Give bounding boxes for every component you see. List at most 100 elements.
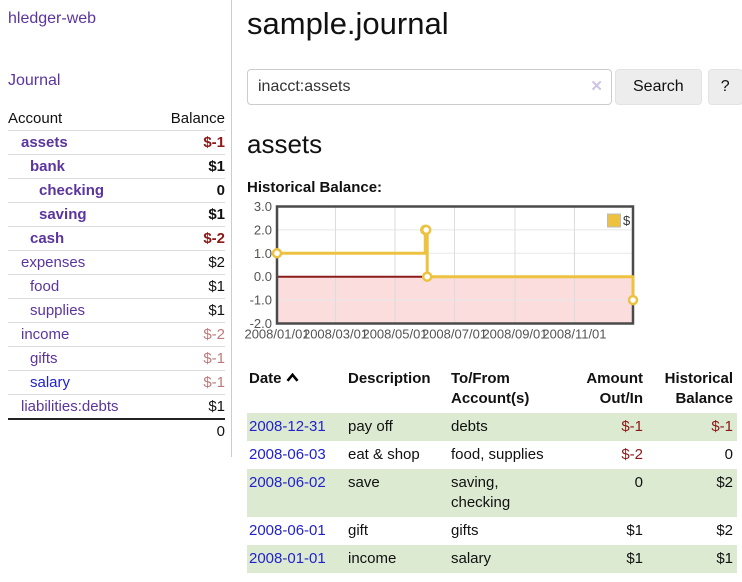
register-date: 2008-01-01 xyxy=(247,545,346,573)
svg-text:2008/03/01: 2008/03/01 xyxy=(303,327,368,342)
account-link[interactable]: saving xyxy=(8,206,87,223)
main-content: sample.journal ✕ Search ? assets Histori… xyxy=(232,0,742,573)
account-cell: liabilities:debts xyxy=(8,395,154,420)
register-table: Date Description To/From Account(s) Amou… xyxy=(247,367,737,573)
register-description: eat & shop xyxy=(346,441,449,469)
register-row: 2008-01-01incomesalary$1$1 xyxy=(247,545,737,573)
svg-text:0.0: 0.0 xyxy=(254,269,272,284)
account-link[interactable]: expenses xyxy=(8,254,85,271)
register-header-accounts: To/From Account(s) xyxy=(449,367,561,413)
register-date: 2008-06-02 xyxy=(247,469,346,517)
register-amount: $-1 xyxy=(561,413,647,441)
account-balance: $-1 xyxy=(154,131,225,155)
register-header-amount: Amount Out/In xyxy=(561,367,647,413)
clear-search-icon[interactable]: ✕ xyxy=(590,77,603,95)
account-row: liabilities:debts $1 xyxy=(8,395,225,420)
register-description: pay off xyxy=(346,413,449,441)
account-link[interactable]: gifts xyxy=(8,350,58,367)
account-balance: $2 xyxy=(154,251,225,275)
account-row: income$-2 xyxy=(8,323,225,347)
account-link[interactable]: income xyxy=(8,326,69,343)
account-row: checking 0 xyxy=(8,179,225,203)
account-cell: salary xyxy=(8,371,154,395)
accounts-total-spacer xyxy=(8,419,154,443)
accounts-header-row: Account Balance xyxy=(8,107,225,131)
register-header-date[interactable]: Date xyxy=(247,367,346,413)
help-button[interactable]: ? xyxy=(708,69,742,105)
account-link[interactable]: assets xyxy=(8,134,68,151)
register-date-link[interactable]: 2008-06-01 xyxy=(249,522,326,539)
account-cell: gifts xyxy=(8,347,154,371)
account-link[interactable]: salary xyxy=(8,374,70,391)
register-balance: $1 xyxy=(647,545,737,573)
account-balance: $-1 xyxy=(154,371,225,395)
register-row: 2008-06-02savesaving, checking0$2 xyxy=(247,469,737,517)
register-header-balance: Historical Balance xyxy=(647,367,737,413)
svg-text:1.0: 1.0 xyxy=(254,246,272,261)
register-header-description: Description xyxy=(346,367,449,413)
account-balance: $1 xyxy=(154,299,225,323)
register-amount: 0 xyxy=(561,469,647,517)
app-title: hledger-web xyxy=(8,10,225,28)
account-balance: $1 xyxy=(154,203,225,227)
account-balance: 0 xyxy=(154,179,225,203)
register-amount: $1 xyxy=(561,517,647,545)
register-accounts: salary xyxy=(449,545,561,573)
account-row: food$1 xyxy=(8,275,225,299)
svg-text:$: $ xyxy=(623,213,631,228)
register-amount: $-2 xyxy=(561,441,647,469)
account-cell: supplies xyxy=(8,299,154,323)
register-accounts: debts xyxy=(449,413,561,441)
accounts-table: Account Balance assets $-1 bank $1 checking 0… xyxy=(8,107,225,443)
journal-link[interactable]: Journal xyxy=(8,72,60,90)
svg-text:3.0: 3.0 xyxy=(254,199,272,214)
account-link[interactable]: cash xyxy=(8,230,64,247)
page-title: sample.journal xyxy=(247,6,742,42)
account-heading: assets xyxy=(247,129,742,160)
account-balance: $1 xyxy=(154,395,225,420)
register-date-link[interactable]: 2008-06-02 xyxy=(249,474,326,491)
register-accounts: saving, checking xyxy=(449,469,561,517)
svg-text:2008/05/01: 2008/05/01 xyxy=(362,327,427,342)
account-link[interactable]: checking xyxy=(8,182,104,199)
svg-text:2008/07/01: 2008/07/01 xyxy=(422,327,487,342)
register-date: 2008-06-01 xyxy=(247,517,346,545)
register-date-link[interactable]: 2008-06-03 xyxy=(249,446,326,463)
register-description: gift xyxy=(346,517,449,545)
account-cell: cash xyxy=(8,227,154,251)
chart-title: Historical Balance: xyxy=(247,179,742,196)
register-row: 2008-06-03 eat & shopfood, supplies$-20 xyxy=(247,441,737,469)
accounts-total-row: 0 xyxy=(8,419,225,443)
register-date-link[interactable]: 2008-12-31 xyxy=(249,418,326,435)
register-balance: 0 xyxy=(647,441,737,469)
app-title-link[interactable]: hledger-web xyxy=(8,10,96,27)
account-row: assets $-1 xyxy=(8,131,225,155)
account-cell: assets xyxy=(8,131,154,155)
account-cell: food xyxy=(8,275,154,299)
svg-text:2.0: 2.0 xyxy=(254,222,272,237)
register-accounts: food, supplies xyxy=(449,441,561,469)
account-row: supplies $1 xyxy=(8,299,225,323)
accounts-total-value: 0 xyxy=(154,419,225,443)
search-input[interactable] xyxy=(247,69,612,105)
register-amount: $1 xyxy=(561,545,647,573)
register-header-date-label: Date xyxy=(249,370,282,387)
account-row: expenses $2 xyxy=(8,251,225,275)
register-row: 2008-12-31pay offdebts$-1$-1 xyxy=(247,413,737,441)
register-date: 2008-06-03 xyxy=(247,441,346,469)
account-link[interactable]: supplies xyxy=(8,302,85,319)
account-cell: saving xyxy=(8,203,154,227)
account-link[interactable]: liabilities:debts xyxy=(8,398,119,415)
search-bar: ✕ Search ? xyxy=(247,69,742,105)
search-box: ✕ xyxy=(247,69,612,105)
svg-text:-1.0: -1.0 xyxy=(250,293,272,308)
account-row: gifts$-1 xyxy=(8,347,225,371)
search-button[interactable]: Search xyxy=(615,69,702,105)
account-row: saving $1 xyxy=(8,203,225,227)
account-link[interactable]: bank xyxy=(8,158,65,175)
register-balance: $2 xyxy=(647,469,737,517)
account-link[interactable]: food xyxy=(8,278,59,295)
account-cell: income xyxy=(8,323,154,347)
register-date-link[interactable]: 2008-01-01 xyxy=(249,550,326,567)
account-cell: checking xyxy=(8,179,154,203)
